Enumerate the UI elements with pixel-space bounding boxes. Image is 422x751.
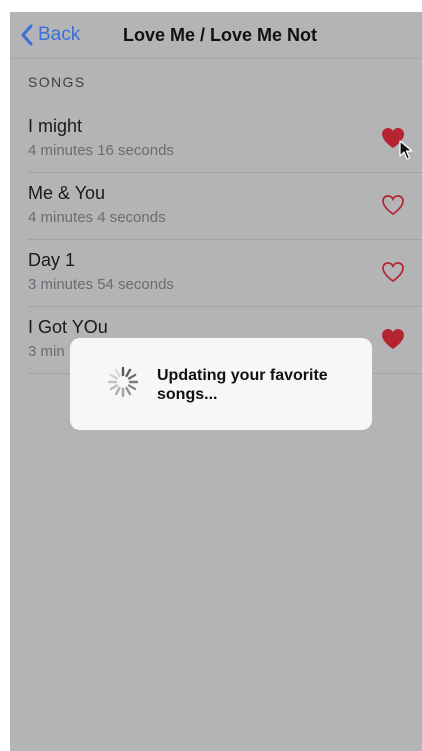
favorite-button[interactable] bbox=[380, 327, 406, 351]
song-list: I might 4 minutes 16 seconds Me & You 4 … bbox=[10, 106, 422, 374]
song-row[interactable]: I might 4 minutes 16 seconds bbox=[10, 106, 422, 173]
song-duration: 4 minutes 16 seconds bbox=[28, 142, 174, 159]
nav-divider bbox=[10, 58, 422, 59]
mouse-pointer-icon bbox=[399, 140, 413, 160]
song-row[interactable]: Day 1 3 minutes 54 seconds bbox=[10, 240, 422, 307]
page-title: Love Me / Love Me Not bbox=[122, 25, 318, 45]
favorite-button[interactable] bbox=[380, 193, 406, 217]
section-header: SONGS bbox=[28, 74, 86, 90]
song-title: Me & You bbox=[28, 183, 106, 203]
app-screen: Back Love Me / Love Me Not SONGS I might… bbox=[10, 12, 422, 751]
song-duration: 4 minutes 4 seconds bbox=[28, 209, 166, 226]
song-duration: 3 minutes 54 seconds bbox=[28, 276, 174, 293]
favorite-button[interactable] bbox=[380, 260, 406, 284]
song-title: I might bbox=[28, 116, 83, 136]
heart-outline-icon bbox=[382, 262, 404, 283]
hud-message: Updating your favorite songs... bbox=[157, 367, 328, 403]
spinner-icon bbox=[107, 366, 139, 398]
song-title: Day 1 bbox=[28, 250, 76, 270]
heart-filled-icon bbox=[382, 329, 404, 349]
song-title: I Got YOu bbox=[28, 317, 108, 337]
song-duration: 3 min bbox=[28, 343, 65, 360]
loading-hud: Updating your favorite songs... bbox=[70, 338, 372, 430]
top-margin bbox=[0, 0, 422, 12]
heart-outline-icon bbox=[382, 195, 404, 216]
navigation-bar: Back Love Me / Love Me Not bbox=[10, 12, 422, 58]
left-margin bbox=[0, 0, 10, 751]
song-row[interactable]: Me & You 4 minutes 4 seconds bbox=[10, 173, 422, 240]
